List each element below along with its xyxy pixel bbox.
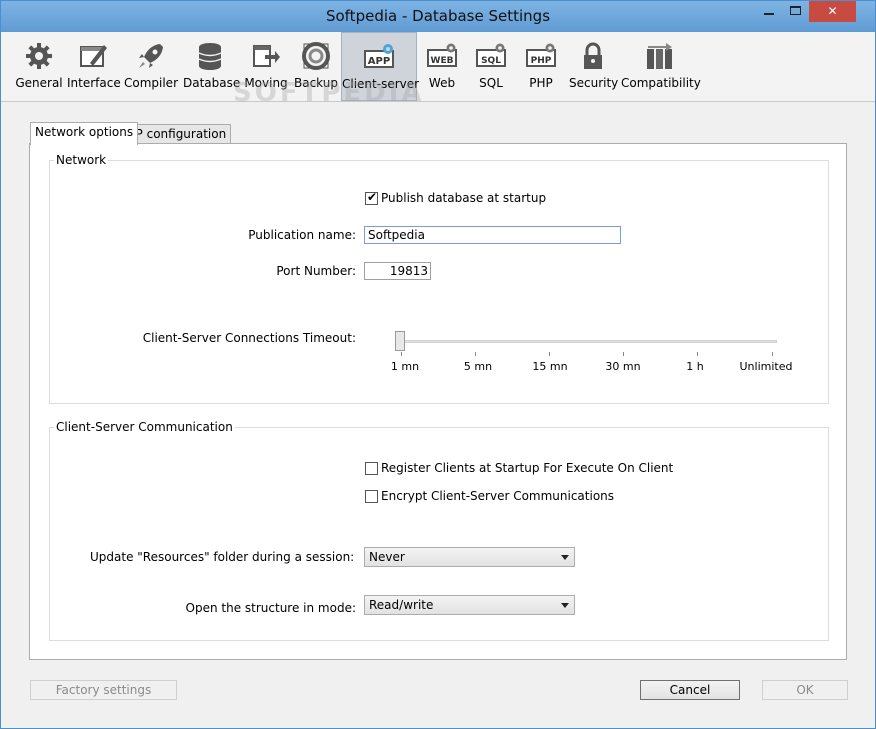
toolbar-label: General <box>15 76 63 90</box>
interface-icon <box>80 45 107 67</box>
slider-tick <box>549 352 550 356</box>
slider-tick <box>475 352 476 356</box>
check-icon: ✔ <box>367 190 378 204</box>
settings-toolbar: General Interface Compiler Database Movi… <box>1 32 875 108</box>
encrypt-checkbox[interactable] <box>365 490 378 503</box>
web-icon: WEB <box>427 43 457 67</box>
slider-tick-label: 30 mn <box>605 360 641 373</box>
slider-tick-label: 5 mn <box>463 360 493 373</box>
port-number-input[interactable]: 19813 <box>364 262 431 280</box>
backup-icon <box>302 42 330 70</box>
encrypt-label: Encrypt Client-Server Communications <box>381 489 615 503</box>
moving-icon <box>253 45 280 67</box>
toolbar-label: PHP <box>529 76 553 90</box>
publish-label: Publish database at startup <box>381 191 547 205</box>
gear-icon <box>26 43 52 69</box>
toolbar-item-general[interactable]: General <box>15 32 63 101</box>
toolbar-label: Compiler <box>123 76 178 90</box>
app-icon: APP <box>364 44 394 68</box>
toolbar-item-interface[interactable]: Interface <box>67 32 121 101</box>
tab-panel: Network ✔ Publish database at startup Pu… <box>29 143 847 660</box>
ok-button[interactable]: OK <box>762 680 848 700</box>
close-button[interactable]: ✕ <box>809 1 856 22</box>
slider-tick <box>697 352 698 356</box>
structure-mode-label: Open the structure in mode: <box>185 601 356 615</box>
toolbar-label: Compatibility <box>621 76 701 90</box>
sql-badge-text: SQL <box>481 56 501 66</box>
toolbar-item-compiler[interactable]: Compiler <box>123 32 179 101</box>
communication-group: Client-Server Communication Register Cli… <box>49 420 829 641</box>
slider-tick-label: 1 h <box>686 360 704 373</box>
update-resources-label: Update "Resources" folder during a sessi… <box>90 550 355 564</box>
timeout-slider-thumb[interactable] <box>395 331 405 351</box>
sql-icon: SQL <box>476 43 506 67</box>
register-clients-label: Register Clients at Startup For Execute … <box>381 461 674 475</box>
slider-tick-label: Unlimited <box>739 360 793 373</box>
structure-mode-select[interactable]: Read/write <box>364 595 575 615</box>
toolbar-label: Database <box>183 76 241 90</box>
toolbar-label: Security <box>569 76 619 90</box>
toolbar-label: Web <box>428 76 456 90</box>
tab-ip-configuration[interactable]: IP configuration <box>127 124 232 144</box>
update-resources-value: Never <box>369 550 405 564</box>
php-icon: PHP <box>526 43 556 67</box>
slider-tick-label: 15 mn <box>532 360 568 373</box>
slider-tick-label: 1 mn <box>390 360 420 373</box>
compatibility-icon <box>647 43 672 69</box>
slider-tick <box>623 352 624 356</box>
network-group: Network ✔ Publish database at startup Pu… <box>49 153 829 404</box>
toolbar-item-database[interactable]: Database <box>183 32 241 101</box>
settings-window: Softpedia - Database Settings ✕ General <box>0 0 876 729</box>
tab-network-options[interactable]: Network options <box>30 122 139 145</box>
structure-mode-value: Read/write <box>369 598 434 612</box>
title-bar: Softpedia - Database Settings ✕ <box>1 1 875 32</box>
minimize-button[interactable] <box>755 1 782 22</box>
close-icon: ✕ <box>827 4 838 18</box>
lock-icon <box>584 42 602 69</box>
watermark: SOFTPEDIA <box>233 78 425 108</box>
update-resources-select[interactable]: Never <box>364 547 575 567</box>
toolbar-item-php[interactable]: PHP PHP <box>519 32 563 101</box>
chevron-down-icon <box>561 603 569 608</box>
toolbar-label: SQL <box>479 76 503 90</box>
network-group-title: Network <box>54 153 109 167</box>
maximize-icon <box>790 6 801 15</box>
chevron-down-icon <box>561 555 569 560</box>
minimize-icon <box>764 13 774 15</box>
port-number-label: Port Number: <box>276 264 356 278</box>
publish-checkbox[interactable]: ✔ <box>365 190 378 205</box>
toolbar-label: Interface <box>67 76 121 90</box>
publication-name-label: Publication name: <box>248 228 356 242</box>
publication-name-input[interactable]: Softpedia <box>364 226 621 244</box>
register-clients-checkbox[interactable] <box>365 462 378 475</box>
rocket-icon <box>139 44 163 68</box>
timeout-slider-track[interactable] <box>397 340 777 343</box>
app-badge-text: APP <box>368 56 390 67</box>
slider-tick <box>401 352 402 356</box>
toolbar-item-web[interactable]: WEB Web <box>421 32 463 101</box>
php-badge-text: PHP <box>531 56 552 66</box>
toolbar-item-sql[interactable]: SQL SQL <box>469 32 513 101</box>
toolbar-item-security[interactable]: Security <box>569 32 619 101</box>
communication-group-title: Client-Server Communication <box>54 420 235 434</box>
timeout-label: Client-Server Connections Timeout: <box>142 331 356 345</box>
cancel-button[interactable]: Cancel <box>640 680 740 700</box>
toolbar-item-compatibility[interactable]: Compatibility <box>621 32 701 101</box>
slider-tick <box>772 352 773 356</box>
database-icon <box>198 43 222 70</box>
web-badge-text: WEB <box>431 56 454 66</box>
maximize-button[interactable] <box>782 1 809 22</box>
window-title: Softpedia - Database Settings <box>325 7 551 25</box>
factory-settings-button[interactable]: Factory settings <box>30 680 177 700</box>
